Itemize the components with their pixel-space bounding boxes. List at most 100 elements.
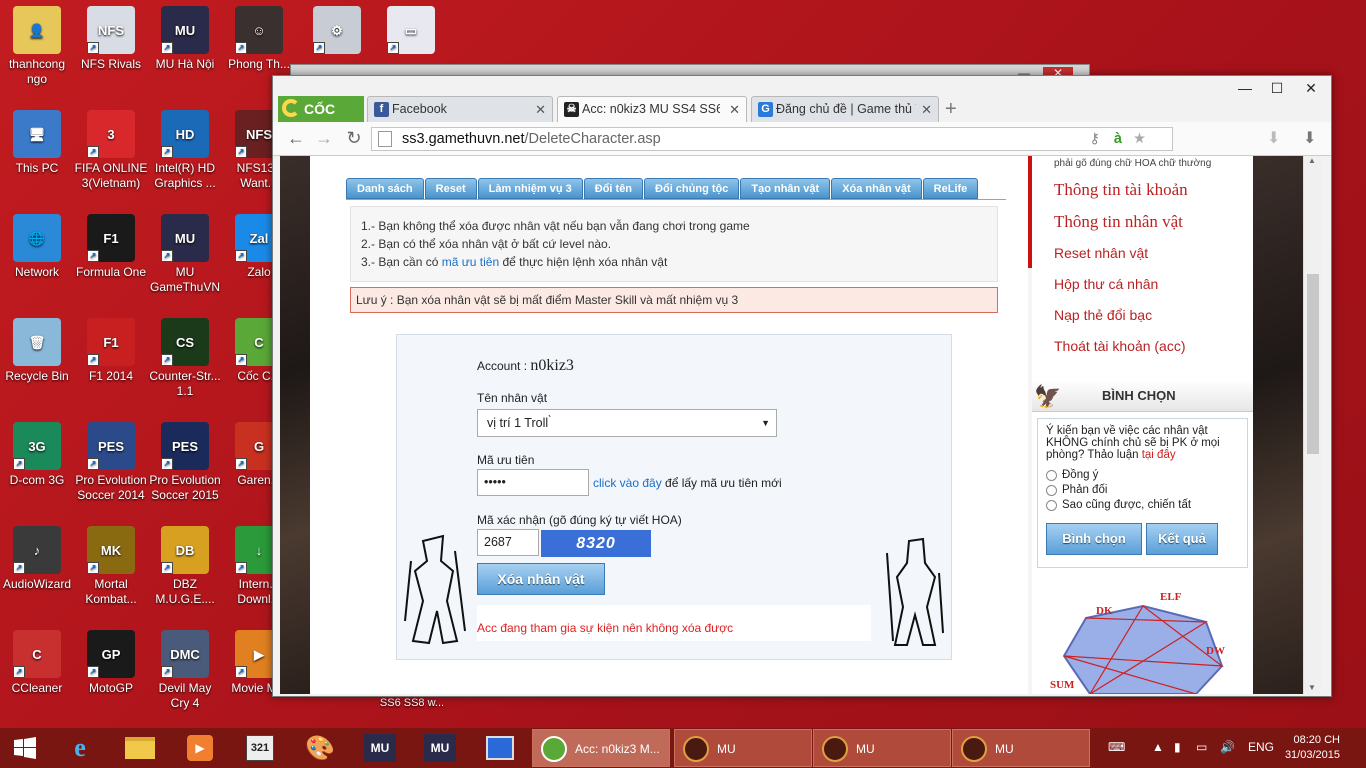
poll-option[interactable]: Đồng ý — [1046, 469, 1239, 481]
close-icon[interactable]: ✕ — [1297, 80, 1325, 98]
tab-close-icon[interactable]: ✕ — [727, 97, 740, 122]
language-indicator[interactable]: ENG — [1248, 740, 1274, 754]
desktop-icon[interactable]: ▭ ↗ — [374, 6, 448, 57]
desktop-icon[interactable]: HD ↗ Intel(R) HD Graphics ... — [148, 110, 222, 191]
desktop-icon[interactable]: C ↗ CCleaner — [0, 630, 74, 696]
desktop-icon[interactable]: CS ↗ Counter-Str... 1.1 — [148, 318, 222, 399]
menu-tab[interactable]: Đổi tên — [583, 178, 644, 199]
menu-tab[interactable]: Reset — [424, 178, 477, 199]
tab-account[interactable]: ☠ Acc: n0kiz3 MU SS4 SS6 SS8 ✕ — [557, 96, 747, 123]
captcha-input[interactable]: 2687 — [477, 529, 539, 556]
menu-tab[interactable]: Đổi chủng tộc — [644, 178, 740, 199]
coccoc-dict-icon[interactable]: à — [1114, 128, 1122, 150]
results-button[interactable]: Kết quả — [1146, 523, 1218, 555]
media-player-classic-icon[interactable]: 321 — [238, 728, 282, 768]
warning-box: Lưu ý : Bạn xóa nhân vật sẽ bị mất điểm … — [350, 287, 998, 313]
tab-forum[interactable]: G Đăng chủ đề | Game thủ Vi... ✕ — [751, 96, 939, 122]
page-scrollbar[interactable]: ▲ ▼ — [1303, 156, 1321, 694]
scrollbar-thumb[interactable] — [1307, 274, 1319, 454]
radio-button[interactable] — [1046, 484, 1057, 496]
poll-discussion-link[interactable]: tại đây — [1142, 449, 1176, 461]
desktop-icon-label: AudioWizard — [2, 577, 72, 591]
minimize-icon[interactable]: — — [1231, 80, 1259, 98]
file-explorer-icon[interactable] — [118, 728, 162, 768]
sidebar-link-character-info[interactable]: Thông tin nhân vật — [1054, 212, 1183, 232]
screen-app-icon[interactable] — [478, 728, 522, 768]
desktop-icon[interactable]: MK ↗ Mortal Kombat... — [74, 526, 148, 607]
desktop-icon[interactable]: DMC ↗ Devil May Cry 4 — [148, 630, 222, 711]
desktop-icon[interactable]: PES ↗ Pro Evolution Soccer 2014 — [74, 422, 148, 503]
desktop-icon[interactable]: MU ↗ MU Hà Nội — [148, 6, 222, 72]
desktop-icon[interactable]: NFS ↗ NFS Rivals — [74, 6, 148, 72]
downloads-icon[interactable]: ⬇ — [1303, 128, 1316, 148]
coccoc-logo[interactable]: CỐC CỐC — [278, 96, 364, 143]
mu-launcher-icon-2[interactable]: MU — [418, 728, 462, 768]
sidebar-link-account-info[interactable]: Thông tin tài khoản — [1054, 180, 1188, 200]
poll-option[interactable]: Sao cũng được, chiến tất — [1046, 499, 1239, 511]
tab-close-icon[interactable]: ✕ — [535, 97, 546, 122]
priority-code-link[interactable]: mã ưu tiên — [442, 255, 499, 269]
sidebar-link-logout[interactable]: Thoát tài khoản (acc) — [1054, 338, 1186, 354]
tab-facebook[interactable]: f Facebook ✕ — [367, 96, 553, 122]
sidebar-link-reset[interactable]: Reset nhân vật — [1054, 245, 1148, 261]
battery-icon[interactable]: ▭ — [1196, 740, 1207, 754]
taskbar-app-mu-3[interactable]: MU — [952, 729, 1090, 767]
desktop-icon[interactable]: ♪ ↗ AudioWizard — [0, 526, 74, 592]
start-button[interactable] — [0, 728, 50, 768]
new-tab-icon[interactable]: + — [945, 98, 957, 121]
keyboard-icon[interactable]: ⌨ — [1108, 740, 1125, 754]
desktop-icon[interactable]: F1 ↗ F1 2014 — [74, 318, 148, 384]
desktop-icon[interactable]: 3G ↗ D-com 3G — [0, 422, 74, 488]
media-player-icon[interactable]: ▶ — [178, 728, 222, 768]
desktop-icon[interactable]: 🖥 This PC — [0, 110, 74, 176]
maximize-icon[interactable]: ☐ — [1263, 80, 1291, 98]
scroll-down-icon[interactable]: ▼ — [1308, 683, 1316, 692]
tray-expand-icon[interactable]: ▲ — [1152, 740, 1164, 754]
desktop-icon[interactable]: 3 ↗ FIFA ONLINE 3(Vietnam) — [74, 110, 148, 191]
taskbar-app-mu-1[interactable]: MU — [674, 729, 812, 767]
tab-close-icon[interactable]: ✕ — [919, 97, 932, 122]
forward-icon[interactable]: → — [313, 128, 335, 149]
network-icon[interactable]: ▮ — [1174, 740, 1181, 754]
desktop-icon[interactable]: DB ↗ DBZ M.U.G.E.... — [148, 526, 222, 607]
desktop-icon[interactable]: GP ↗ MotoGP — [74, 630, 148, 696]
get-priority-link[interactable]: click vào đây — [593, 476, 662, 490]
character-select[interactable]: vị trí 1 Troll ̀ ▼ — [477, 409, 777, 437]
priority-code-input[interactable]: ••••• — [477, 469, 589, 496]
sidebar-link-inbox[interactable]: Hộp thư cá nhân — [1054, 276, 1158, 292]
menu-tab[interactable]: Danh sách — [346, 178, 424, 199]
taskbar-app-browser[interactable]: Acc: n0kiz3 M... — [532, 729, 670, 767]
desktop-icon[interactable]: ☺ ↗ Phong Th... — [222, 6, 296, 72]
radio-button[interactable] — [1046, 499, 1057, 511]
sidebar-link-topup[interactable]: Nạp thẻ đổi bạc — [1054, 307, 1152, 323]
menu-tab[interactable]: Làm nhiệm vụ 3 — [477, 178, 583, 199]
menu-tab[interactable]: Xóa nhân vật — [831, 178, 922, 199]
scroll-up-icon[interactable]: ▲ — [1308, 156, 1316, 165]
key-icon[interactable]: ⚷ — [1089, 128, 1100, 150]
bookmark-star-icon[interactable]: ★ — [1133, 128, 1146, 150]
paint-icon[interactable]: 🎨 — [298, 728, 342, 768]
volume-icon[interactable]: 🔊 — [1220, 740, 1235, 754]
delete-character-button[interactable]: Xóa nhân vật — [477, 563, 605, 595]
menu-tab[interactable]: Tạo nhân vật — [740, 178, 831, 199]
desktop-icon[interactable]: MU ↗ MU GameThuVN — [148, 214, 222, 295]
reload-icon[interactable]: ↻ — [343, 128, 365, 149]
menu-tab[interactable]: ReLife — [922, 178, 979, 199]
address-bar[interactable]: ss3.gamethuvn.net/DeleteCharacter.asp ⚷ … — [371, 127, 1173, 151]
download-page-icon[interactable]: ⬇ — [1267, 128, 1280, 148]
desktop-icon[interactable]: 🌐 Network — [0, 214, 74, 280]
radio-button[interactable] — [1046, 469, 1057, 481]
desktop-icon[interactable]: ⚙ ↗ — [300, 6, 374, 57]
shortcut-arrow-icon: ↗ — [87, 354, 99, 366]
desktop-icon[interactable]: F1 ↗ Formula One — [74, 214, 148, 280]
back-icon[interactable]: ← — [285, 128, 307, 149]
desktop-icon[interactable]: 👤 thanhcong ngo — [0, 6, 74, 87]
desktop-icon[interactable]: 🗑 Recycle Bin — [0, 318, 74, 384]
poll-option[interactable]: Phản đối — [1046, 484, 1239, 496]
taskbar-app-mu-2[interactable]: MU — [813, 729, 951, 767]
desktop-icon[interactable]: PES ↗ Pro Evolution Soccer 2015 — [148, 422, 222, 503]
vote-button[interactable]: Bình chọn — [1046, 523, 1142, 555]
clock[interactable]: 08:20 CH 31/03/2015 — [1285, 733, 1340, 763]
mu-launcher-icon[interactable]: MU — [358, 728, 402, 768]
internet-explorer-icon[interactable]: e — [58, 728, 102, 768]
